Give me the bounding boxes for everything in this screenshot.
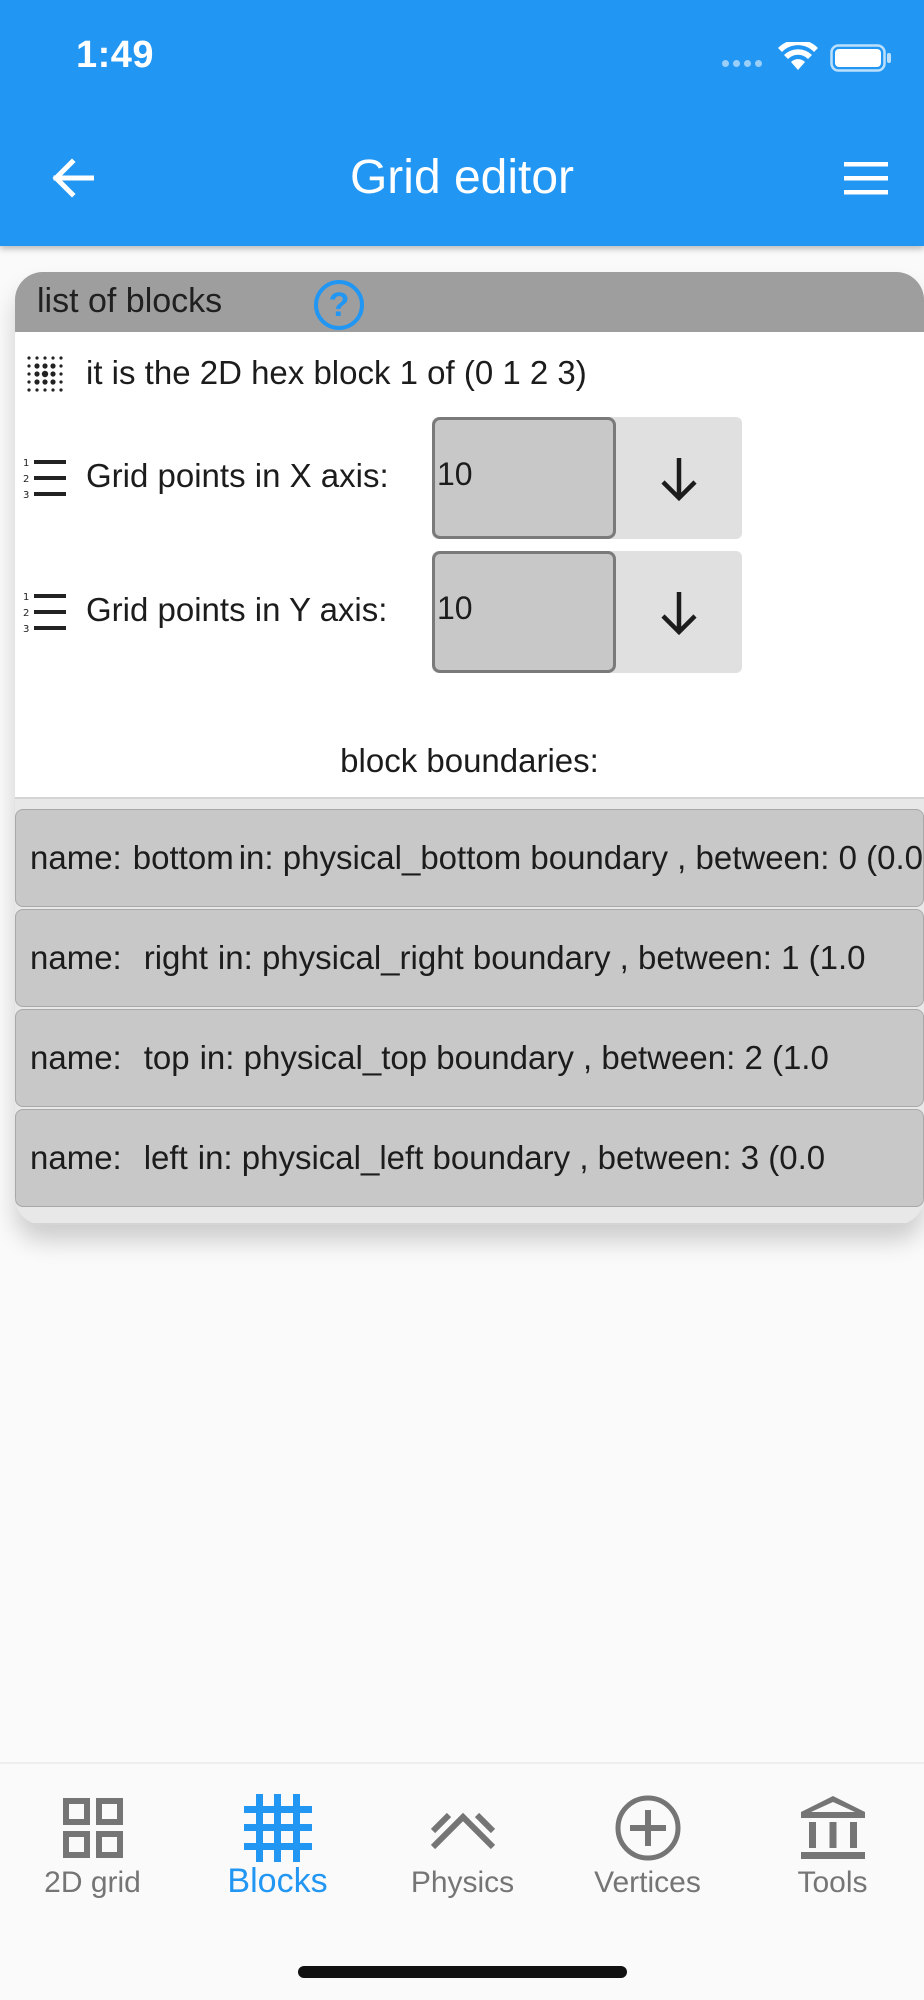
- card-header-label: list of blocks: [37, 282, 223, 320]
- battery-icon: [830, 44, 892, 77]
- hamburger-menu-icon: [844, 162, 888, 195]
- nav-label: 2D grid: [44, 1866, 141, 1899]
- home-indicator: [298, 1966, 627, 1978]
- nav-item-tools[interactable]: Tools: [740, 1764, 924, 1904]
- add-circle-icon: [555, 1790, 740, 1866]
- nav-item-blocks[interactable]: Blocks: [185, 1764, 370, 1904]
- boundaries-title: block boundaries:: [340, 742, 599, 779]
- grid-x-input[interactable]: 10: [432, 417, 616, 539]
- boundary-item-right[interactable]: name: right in: physical_right boundary …: [15, 909, 924, 1007]
- boundary-prefix: name:: [30, 939, 122, 976]
- nav-label: Vertices: [594, 1866, 701, 1899]
- grid-x-apply-button[interactable]: [616, 417, 742, 539]
- help-button[interactable]: ?: [314, 280, 364, 330]
- grid-view-icon: [0, 1790, 185, 1866]
- card-header: list of blocks ?: [15, 272, 924, 332]
- menu-button[interactable]: [836, 150, 896, 206]
- boundary-name: top: [143, 1039, 190, 1076]
- boundary-details: in: physical_top boundary , between: 2 (…: [199, 1039, 829, 1076]
- boundary-details: in: physical_right boundary , between: 1…: [217, 939, 866, 976]
- boundary-prefix: name:: [30, 839, 122, 876]
- grid-y-apply-button[interactable]: [616, 551, 742, 673]
- boundary-name: right: [143, 939, 208, 976]
- nav-label: Physics: [410, 1866, 515, 1899]
- arrow-down-icon: [661, 592, 697, 636]
- boundary-prefix: name:: [30, 1139, 122, 1176]
- double-chevron-up-icon: [370, 1790, 555, 1866]
- svg-text:1: 1: [23, 458, 29, 469]
- grid-x-row: 1 2 3 Grid points in X axis: 10: [15, 417, 924, 539]
- nav-item-vertices[interactable]: Vertices: [555, 1764, 740, 1904]
- status-time: 1:49: [76, 34, 155, 76]
- wifi-icon: [778, 39, 818, 77]
- bank-columns-icon: [740, 1790, 924, 1866]
- nav-item-2d-grid[interactable]: 2D grid: [0, 1764, 185, 1904]
- boundary-name: bottom: [132, 839, 234, 876]
- boundary-item-top[interactable]: name: top in: physical_top boundary , be…: [15, 1009, 924, 1107]
- boundary-item-left[interactable]: name: left in: physical_left boundary , …: [15, 1109, 924, 1207]
- dot-grid-icon: [19, 348, 71, 400]
- blocks-card: list of blocks ? it is the 2D hex block …: [15, 272, 924, 1225]
- grid-y-label: Grid points in Y axis:: [86, 591, 388, 628]
- grid-y-row: 1 2 3 Grid points in Y axis: 10: [15, 551, 924, 673]
- block-info-row: it is the 2D hex block 1 of (0 1 2 3): [15, 344, 924, 400]
- svg-text:2: 2: [23, 608, 29, 619]
- help-icon: ?: [328, 285, 350, 324]
- grid-y-input[interactable]: 10: [432, 551, 616, 673]
- bottom-nav: 2D grid Blocks Physics Vertices Tools: [0, 1762, 924, 2000]
- grid-y-field: 10: [432, 551, 742, 673]
- grid-x-label: Grid points in X axis:: [86, 457, 389, 494]
- block-info-text: it is the 2D hex block 1 of (0 1 2 3): [86, 354, 587, 391]
- svg-text:1: 1: [23, 592, 29, 603]
- page-title: Grid editor: [349, 151, 575, 204]
- nav-label: Blocks: [227, 1862, 328, 1900]
- boundary-details: in: physical_bottom boundary , between: …: [238, 839, 923, 876]
- numbered-list-icon: 1 2 3: [19, 586, 71, 638]
- svg-text:2: 2: [23, 474, 29, 485]
- boundary-prefix: name:: [30, 1039, 122, 1076]
- boundary-list: name: bottom in: physical_bottom boundar…: [15, 797, 924, 1225]
- signal-icon: [722, 60, 762, 67]
- hashtag-grid-icon: [185, 1790, 370, 1866]
- boundary-name: left: [143, 1139, 188, 1176]
- numbered-list-icon: 1 2 3: [19, 452, 71, 504]
- card-body: it is the 2D hex block 1 of (0 1 2 3) 1 …: [15, 332, 924, 1225]
- arrow-down-icon: [661, 458, 697, 502]
- screen: 1:49 Grid editor list of blocks ? it is …: [0, 0, 924, 2000]
- boundary-details: in: physical_left boundary , between: 3 …: [197, 1139, 826, 1176]
- app-bar: 1:49 Grid editor: [0, 0, 924, 246]
- boundary-item-bottom[interactable]: name: bottom in: physical_bottom boundar…: [15, 809, 924, 907]
- nav-item-physics[interactable]: Physics: [370, 1764, 555, 1904]
- grid-x-field: 10: [432, 417, 742, 539]
- svg-text:3: 3: [23, 624, 29, 634]
- svg-text:3: 3: [23, 490, 29, 500]
- nav-label: Tools: [797, 1866, 868, 1899]
